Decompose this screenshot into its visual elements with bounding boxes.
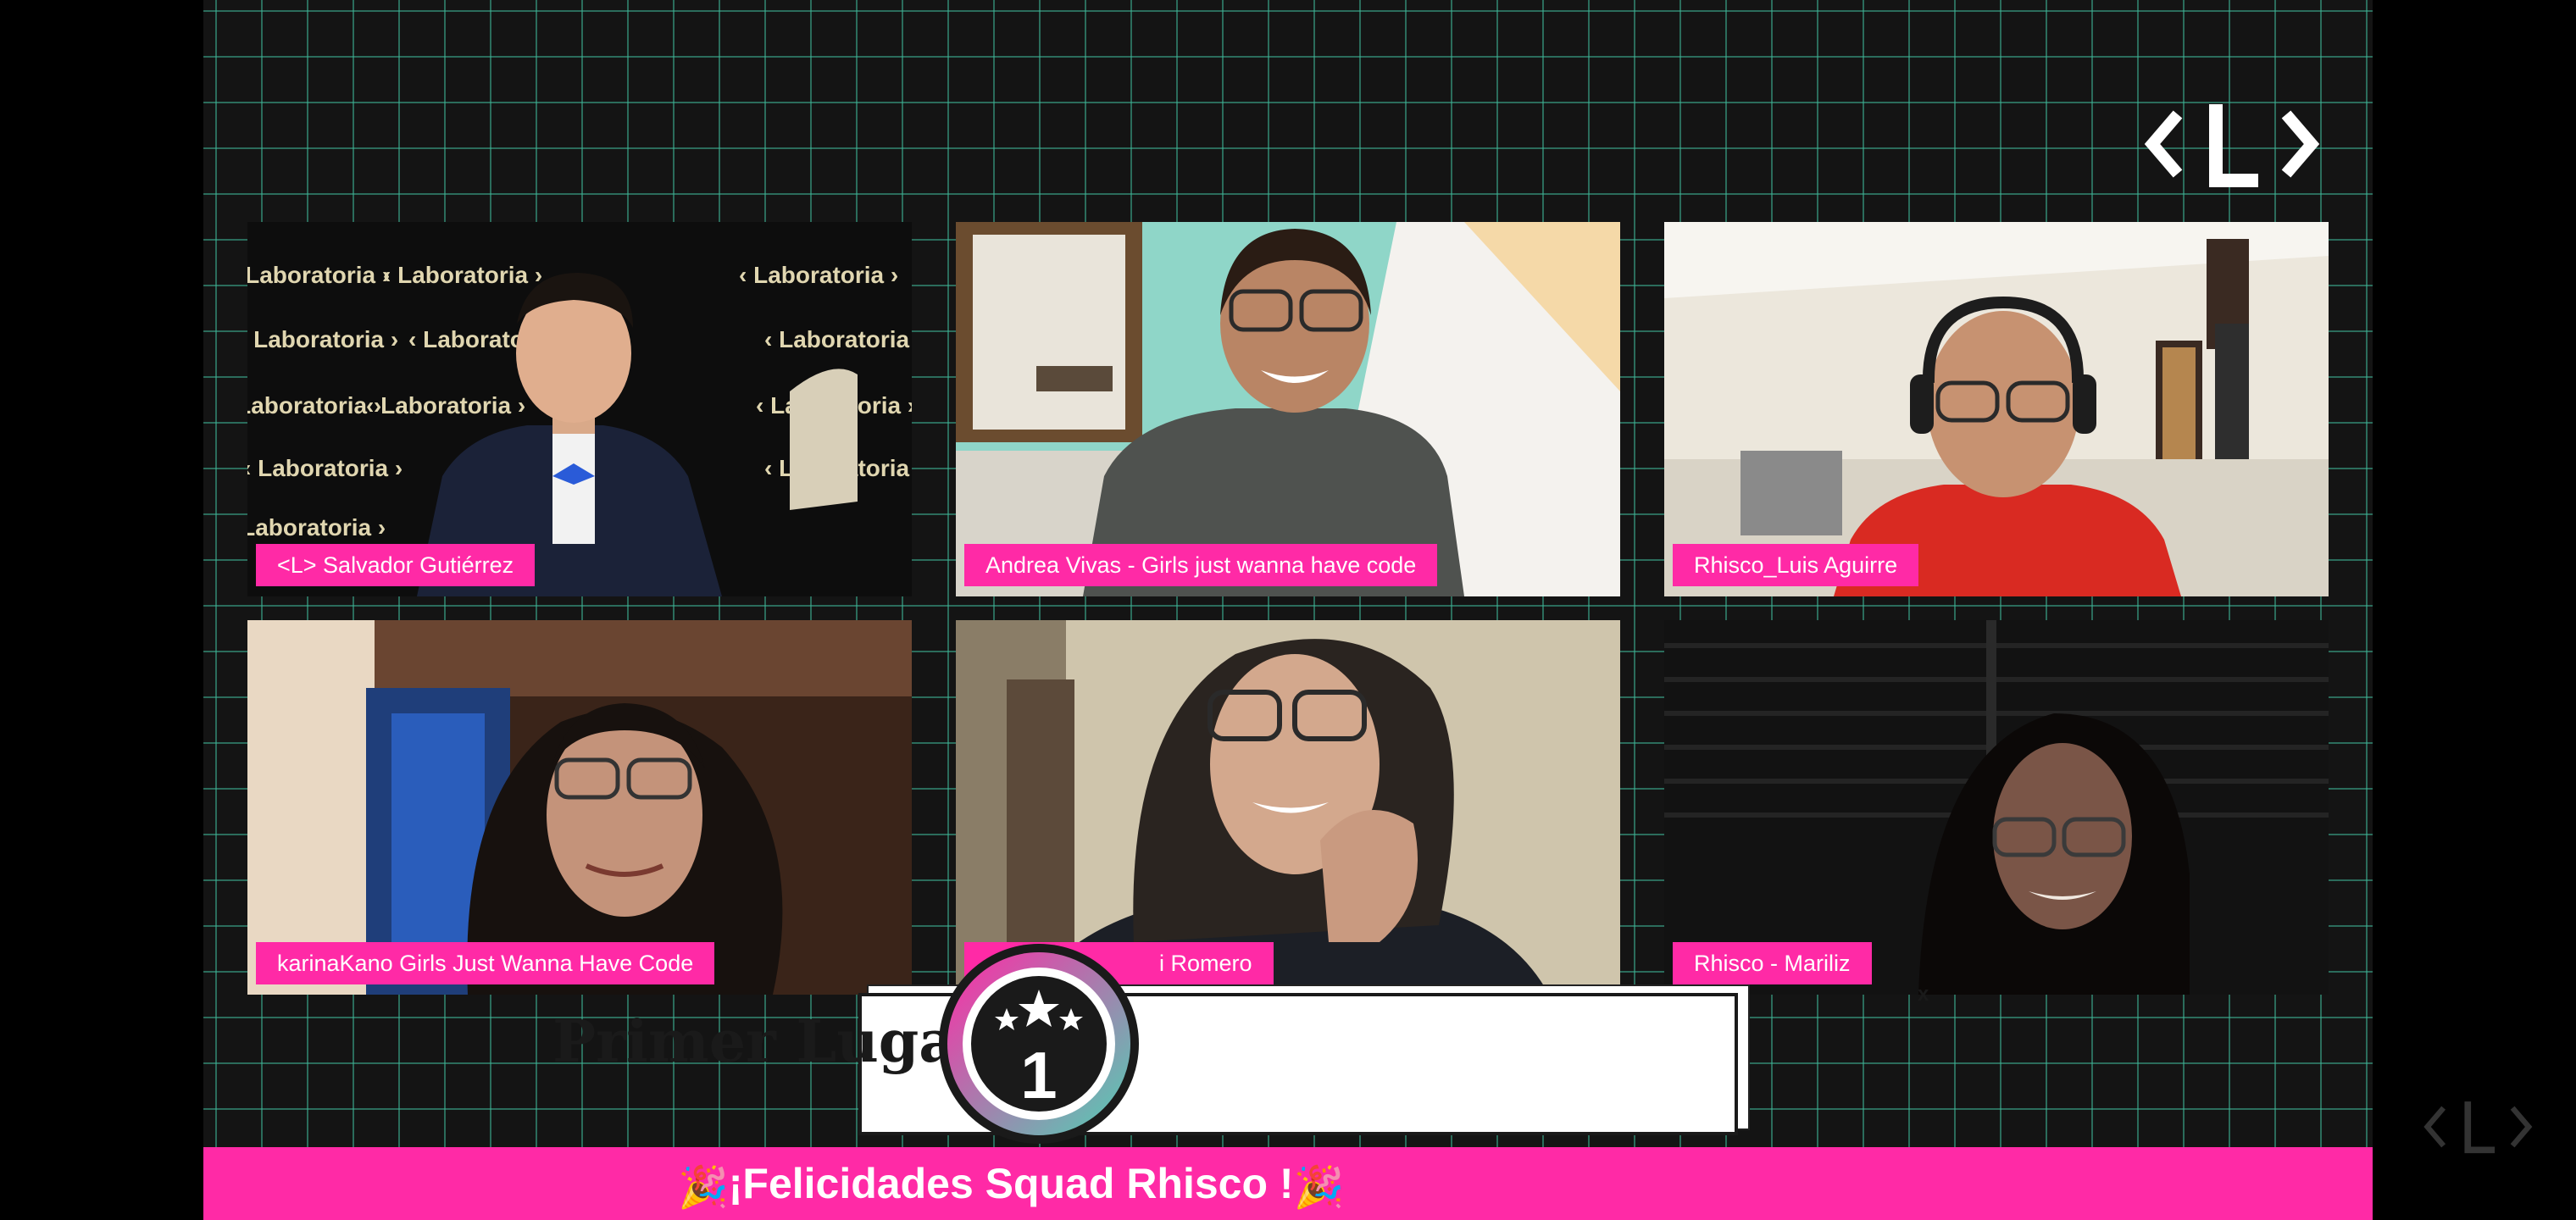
participant-video	[956, 620, 1620, 995]
participant-tile-luis[interactable]: Rhisco_Luis Aguirre	[1664, 222, 2329, 596]
participant-name-tag: karinaKano Girls Just Wanna Have Code	[256, 942, 715, 984]
congratulations-ticker: 🎉¡Felicidades Squad Rhisco !🎉	[203, 1147, 2373, 1220]
award-rank: 1	[1020, 1038, 1057, 1112]
backdrop-text: ‹ Laboratoria ›	[247, 392, 381, 419]
participant-tile-romero[interactable]: i Romero	[956, 620, 1620, 995]
participant-tile-andrea[interactable]: Andrea Vivas - Girls just wanna have cod…	[956, 222, 1620, 596]
three-star-medal-icon: 1	[939, 944, 1139, 1144]
laboratoria-logo-icon	[2144, 104, 2320, 187]
video-stream: ‹ Laboratoria › ‹ Laboratoria › ‹ Labora…	[203, 0, 2373, 1220]
backdrop-text: ‹ Laboratoria ›	[764, 326, 912, 352]
participant-video: ‹ Laboratoria › ‹ Laboratoria › ‹ Labora…	[247, 222, 912, 596]
participant-name-tag: <L> Salvador Gutiérrez	[256, 544, 536, 586]
participant-name-tag: Rhisco_Luis Aguirre	[1673, 544, 1919, 586]
participant-name-tag: Andrea Vivas - Girls just wanna have cod…	[964, 544, 1438, 586]
backdrop-text: ‹ Laboratoria ›	[366, 392, 525, 419]
backdrop-text: ‹ Laboratoria ›	[247, 455, 402, 481]
ticker-message: ¡Felicidades Squad Rhisco !	[728, 1160, 1294, 1207]
award-close-button[interactable]: x	[1918, 983, 1929, 1006]
laboratoria-watermark-icon	[2423, 1101, 2533, 1154]
award-title: Primer Lugar	[552, 1008, 987, 1076]
party-popper-icon: 🎉	[678, 1165, 729, 1211]
party-popper-icon: 🎉	[1293, 1165, 1345, 1211]
participant-video	[1664, 222, 2329, 596]
participant-video	[956, 222, 1620, 596]
backdrop-text: ‹ Laboratoria ›	[383, 262, 542, 288]
backdrop-text: ‹ Laboratoria ›	[247, 262, 390, 288]
backdrop-text: ‹ Laboratoria ›	[739, 262, 898, 288]
participant-tile-mariliz[interactable]: Rhisco - Mariliz	[1664, 620, 2329, 995]
backdrop-text: ‹ Laboratoria ›	[247, 326, 398, 352]
participant-tile-salvador[interactable]: ‹ Laboratoria › ‹ Laboratoria › ‹ Labora…	[247, 222, 912, 596]
participant-tile-karina[interactable]: karinaKano Girls Just Wanna Have Code	[247, 620, 912, 995]
participant-video	[247, 620, 912, 995]
participant-video	[1664, 620, 2329, 995]
backdrop-text: ‹ Laboratoria ›	[247, 514, 386, 541]
